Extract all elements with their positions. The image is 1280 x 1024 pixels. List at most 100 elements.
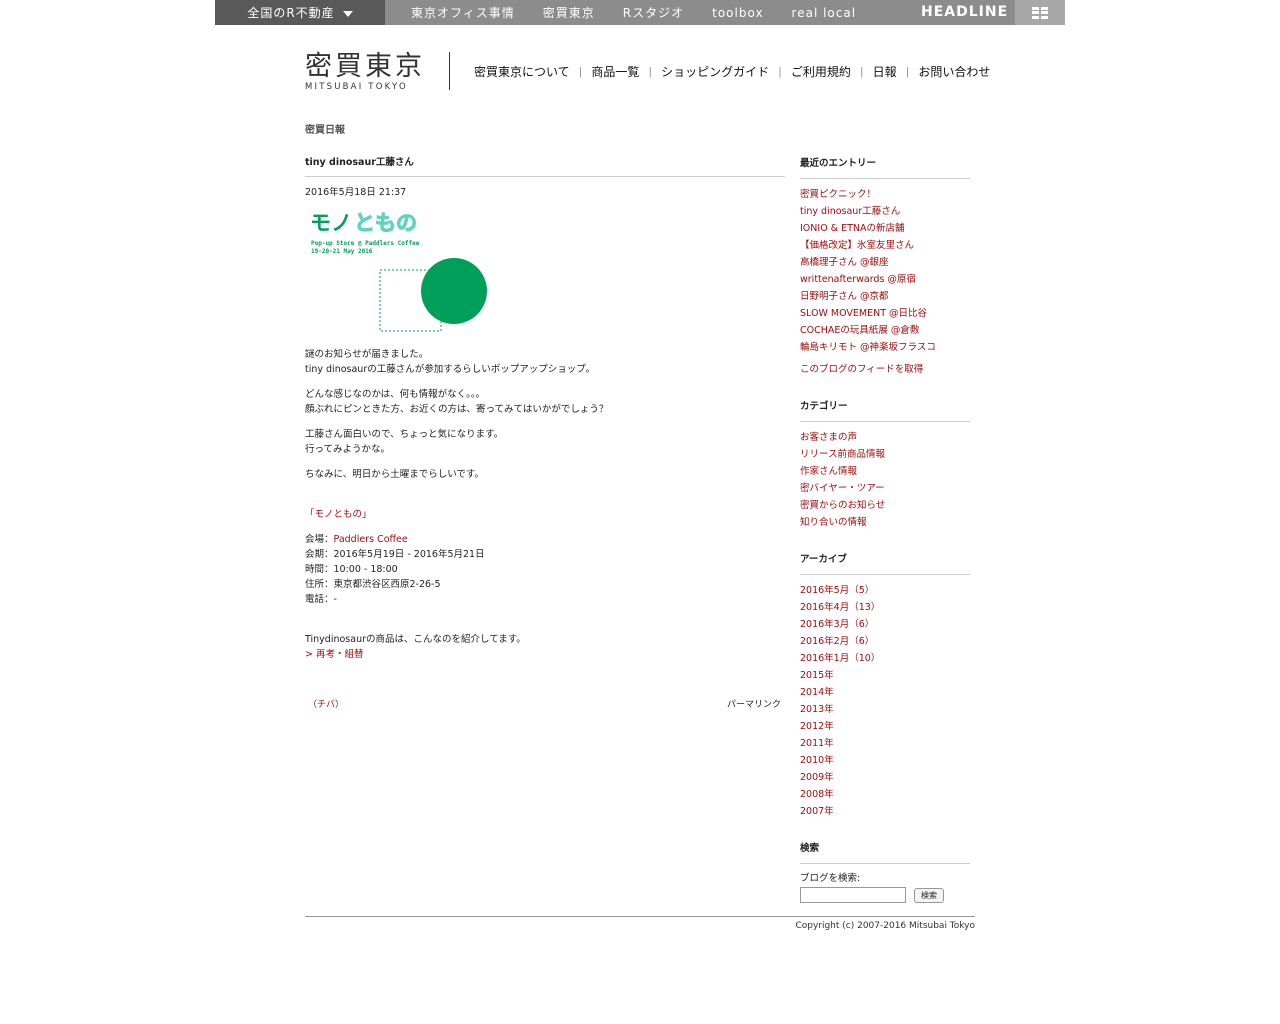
search-input[interactable] [800, 887, 906, 903]
recent-entry-link[interactable]: 【価格改定】氷室友里さん [800, 237, 970, 254]
archive-link[interactable]: 2008年 [800, 786, 970, 803]
archive-link[interactable]: 2016年1月（10） [800, 650, 970, 667]
event-phone: 電話：- [305, 594, 337, 605]
event-time: 時間：10:00 - 18:00 [305, 564, 398, 575]
author-link[interactable]: （チバ） [308, 698, 344, 713]
paragraph: ちなみに、明日から土曜までらしいです。 [305, 467, 785, 482]
event-flyer-graphic: モノ ともの Pop-up Store @ Paddlers Coffee 19… [310, 211, 487, 332]
search-label: ブログを検索: [800, 873, 861, 884]
top-link-mitsubai[interactable]: 密買東京 [543, 4, 595, 21]
blog-post: tiny dinosaur工藤さん 2016年5月18日 21:37 モノ とも… [305, 155, 785, 710]
intro-text: Tinydinosaurの商品は、こんなのを紹介してます。 [305, 634, 526, 645]
top-bar: 全国のR不動産 東京オフィス事情 密買東京 Rスタジオ toolbox real… [215, 0, 1065, 25]
category-link[interactable]: 密買からのお知らせ [800, 497, 970, 514]
archive-link[interactable]: 2015年 [800, 667, 970, 684]
recent-entry-link[interactable]: 輪島キリモト @神楽坂フラスコ [800, 339, 970, 356]
archive-link[interactable]: 2009年 [800, 769, 970, 786]
nav-blog[interactable]: 日報 [873, 63, 897, 80]
permalink[interactable]: パーマリンク [727, 698, 781, 713]
recent-entry-link[interactable]: SLOW MOVEMENT @日比谷 [800, 305, 970, 322]
category-link[interactable]: 密バイヤー・ツアー [800, 480, 970, 497]
archives: アーカイブ 2016年5月（5） 2016年4月（13） 2016年3月（6） … [800, 551, 970, 820]
nav-products[interactable]: 商品一覧 [591, 63, 639, 80]
categories: カテゴリー お客さまの声 リリース前商品情報 作家さん情報 密バイヤー・ツアー … [800, 398, 970, 531]
flyer-title-part1: モノ [310, 211, 352, 235]
archive-link[interactable]: 2016年3月（6） [800, 616, 970, 633]
text-line: ちなみに、明日から土曜までらしいです。 [305, 469, 484, 480]
realestate-dropdown[interactable]: 全国のR不動産 [215, 0, 385, 25]
recent-entry-link[interactable]: writtenafterwards @原宿 [800, 271, 970, 288]
post-title: tiny dinosaur工藤さん [305, 155, 785, 177]
top-link-toolbox[interactable]: toolbox [712, 6, 763, 20]
search-title: 検索 [800, 840, 970, 864]
realestate-label: 全国のR不動産 [247, 6, 335, 20]
archive-link[interactable]: 2012年 [800, 718, 970, 735]
nav-separator: | [859, 64, 864, 78]
archive-link[interactable]: 2007年 [800, 803, 970, 820]
flyer-title-part2: ともの [354, 211, 417, 235]
archive-link[interactable]: 2016年2月（6） [800, 633, 970, 650]
archive-link[interactable]: 2010年 [800, 752, 970, 769]
headline-link[interactable]: HEADLINE [921, 0, 1008, 25]
section-title: 密買日報 [305, 125, 345, 136]
text-line: tiny dinosaurの工藤さんが参加するらしいポップアップショップ。 [305, 364, 595, 375]
logo-roman: MITSUBAI TOKYO [305, 82, 408, 92]
logo-kanji: 密買東京 [305, 51, 425, 82]
venue-link[interactable]: Paddlers Coffee [334, 534, 408, 545]
text-line: 行ってみようかな。 [305, 444, 391, 455]
paragraph: 謎のお知らせが届きました。 tiny dinosaurの工藤さんが参加するらしいポ… [305, 347, 785, 377]
text-line: 顔ぶれにピンときた方、お近くの方は、寄ってみてはいかがでしょう？ [305, 404, 609, 415]
post-date: 2016年5月18日 21:37 [305, 187, 407, 198]
archive-link[interactable]: 2013年 [800, 701, 970, 718]
grid-menu-icon [1032, 6, 1048, 19]
category-link[interactable]: 知り合いの情報 [800, 514, 970, 531]
recent-entries: 最近のエントリー 密買ピクニック！ tiny dinosaur工藤さん IONI… [800, 155, 970, 378]
categories-title: カテゴリー [800, 398, 970, 422]
flyer-line2: 19-20-21 May 2016 [311, 248, 373, 255]
archive-link[interactable]: 2016年5月（5） [800, 582, 970, 599]
event-link[interactable]: 「モノともの」 [305, 509, 372, 520]
feed-link[interactable]: このブログのフィードを取得 [800, 361, 970, 378]
top-link-rstudio[interactable]: Rスタジオ [623, 4, 684, 21]
recent-entry-link[interactable]: COCHAEの玩具紙展 @倉敷 [800, 322, 970, 339]
archives-title: アーカイブ [800, 551, 970, 575]
category-link[interactable]: リリース前商品情報 [800, 446, 970, 463]
event-flyer-image: モノ ともの Pop-up Store @ Paddlers Coffee 19… [305, 208, 505, 333]
search-row: 検索 [800, 887, 970, 903]
archive-link[interactable]: 2016年4月（13） [800, 599, 970, 616]
paragraph: どんな感じなのかは、何も情報がなく。。。顔ぶれにピンときた方、お近くの方は、寄っ… [305, 387, 785, 417]
category-link[interactable]: お客さまの声 [800, 429, 970, 446]
top-links: 東京オフィス事情 密買東京 Rスタジオ toolbox real local [411, 0, 884, 25]
product-link[interactable]: > 再考・組替 [305, 649, 363, 660]
nav-separator: | [648, 64, 653, 78]
top-link-reallocal[interactable]: real local [792, 6, 857, 20]
recent-entry-link[interactable]: 高橋理子さん @銀座 [800, 254, 970, 271]
recent-entry-link[interactable]: IONIO & ETNAの新店舗 [800, 220, 970, 237]
menu-button[interactable] [1015, 0, 1065, 25]
event-title-para: 「モノともの」 [305, 507, 785, 522]
chevron-down-icon [342, 10, 353, 17]
nav-contact[interactable]: お問い合わせ [918, 63, 990, 80]
copyright: Copyright (c) 2007-2016 Mitsubai Tokyo [795, 921, 975, 931]
paragraph: 工藤さん面白いので、ちょっと気になります。 行ってみようかな。 [305, 427, 785, 457]
nav-separator: | [778, 64, 782, 78]
text-line: 工藤さん面白いので、ちょっと気になります。 [305, 429, 504, 440]
archive-link[interactable]: 2014年 [800, 684, 970, 701]
nav-about[interactable]: 密買東京について [474, 63, 570, 80]
recent-entry-link[interactable]: 密買ピクニック！ [800, 186, 970, 203]
product-intro: Tinydinosaurの商品は、こんなのを紹介してます。 > 再考・組替 [305, 632, 785, 662]
event-period: 会期：2016年5月19日 - 2016年5月21日 [305, 549, 485, 560]
text-line: どんな感じなのかは、何も情報がなく。。。 [305, 389, 486, 400]
archive-link[interactable]: 2011年 [800, 735, 970, 752]
category-link[interactable]: 作家さん情報 [800, 463, 970, 480]
search-button[interactable]: 検索 [914, 887, 944, 903]
recent-entry-link[interactable]: 日野明子さん @京都 [800, 288, 970, 305]
site-logo[interactable]: 密買東京 MITSUBAI TOKYO [305, 51, 450, 93]
top-link-office[interactable]: 東京オフィス事情 [411, 4, 515, 21]
nav-shopping-guide[interactable]: ショッピングガイド [661, 63, 769, 80]
recent-entry-link[interactable]: tiny dinosaur工藤さん [800, 203, 970, 220]
search: 検索 ブログを検索: 検索 [800, 840, 970, 903]
nav-terms[interactable]: ご利用規約 [791, 63, 851, 80]
flyer-line1: Pop-up Store @ Paddlers Coffee [311, 240, 420, 247]
text-line: 謎のお知らせが届きました。 [305, 349, 429, 360]
